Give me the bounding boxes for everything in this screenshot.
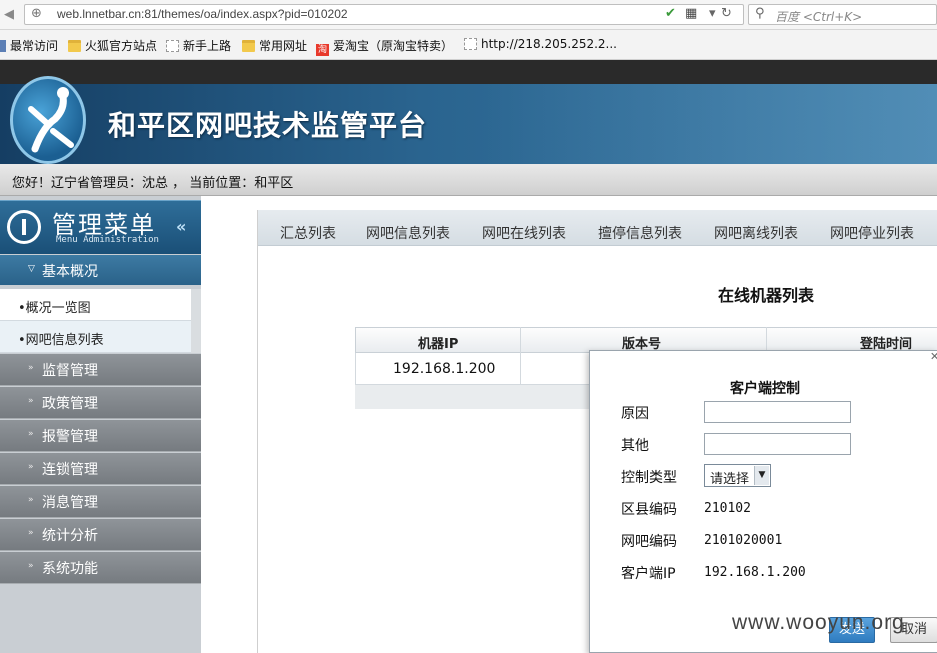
- sidebar-section-label: 基本概况: [42, 264, 98, 280]
- folder-icon: [242, 40, 255, 52]
- sidebar-section-statistics[interactable]: » 统计分析: [0, 519, 201, 551]
- user-location-text: 您好！辽宁省管理员：沈总 ， 当前位置：和平区: [12, 176, 294, 191]
- other-label: 其他: [621, 438, 649, 454]
- banner-glow: [480, 84, 937, 164]
- netbar-code-label: 网吧编码: [621, 534, 677, 550]
- back-icon[interactable]: ◀: [4, 7, 14, 23]
- client-control-dialog: 客户端控制 原因 其他 控制类型 请选择 ▼ 区县编码 210102 网吧编码 …: [589, 350, 937, 653]
- shield-icon[interactable]: ✔: [665, 6, 676, 22]
- bookmark-common-sites[interactable]: 常用网址: [242, 37, 307, 54]
- expand-icon: ▽: [28, 264, 35, 274]
- district-code-label: 区县编码: [621, 502, 677, 518]
- bookmark-taobao[interactable]: 淘爱淘宝（原淘宝特卖）: [316, 37, 453, 56]
- address-text[interactable]: web.lnnetbar.cn:81/themes/oa/index.aspx?…: [57, 7, 348, 21]
- sidebar-section-system[interactable]: » 系统功能: [0, 552, 201, 584]
- bookmarks-bar: 最常访问 火狐官方站点 新手上路 常用网址 淘爱淘宝（原淘宝特卖） http:/…: [0, 30, 937, 60]
- sidebar-section-message[interactable]: » 消息管理: [0, 486, 201, 518]
- gear-icon: [0, 40, 6, 52]
- sidebar-section-supervision[interactable]: » 监督管理: [0, 354, 201, 386]
- close-icon[interactable]: ✕: [930, 350, 937, 363]
- search-icon: ⚲: [755, 6, 765, 21]
- sidebar-item-netbar-list[interactable]: •网吧信息列表: [0, 321, 191, 353]
- bookmark-most-visited[interactable]: 最常访问: [0, 37, 58, 54]
- column-header-ip: 机器IP: [418, 337, 459, 352]
- tab-unauthorized-stop[interactable]: 擅停信息列表: [598, 223, 682, 243]
- collapse-arrow-icon[interactable]: «: [176, 217, 186, 236]
- tab-netbar-info[interactable]: 网吧信息列表: [366, 223, 450, 243]
- watermark: www.wooyun.org: [732, 611, 905, 634]
- client-ip-value: 192.168.1.200: [704, 565, 806, 580]
- browser-toolbar: ◀ ⊕ web.lnnetbar.cn:81/themes/oa/index.a…: [0, 0, 937, 30]
- search-placeholder[interactable]: 百度 <Ctrl+K>: [775, 8, 862, 25]
- dialog-title: 客户端控制: [730, 381, 800, 397]
- tab-bar: 汇总列表 网吧信息列表 网吧在线列表 擅停信息列表 网吧离线列表 网吧停业列表: [258, 210, 937, 246]
- bookmark-ip-link[interactable]: http://218.205.252.2...: [464, 37, 617, 51]
- other-input[interactable]: [704, 433, 851, 455]
- folder-icon: [68, 40, 81, 52]
- control-type-value: 请选择: [710, 472, 750, 487]
- dropdown-icon[interactable]: ▾: [709, 6, 716, 22]
- arrow-icon: »: [28, 429, 34, 439]
- sidebar-section-policy[interactable]: » 政策管理: [0, 387, 201, 419]
- arrow-icon: »: [28, 495, 34, 505]
- arrow-icon: »: [28, 462, 34, 472]
- tab-netbar-online[interactable]: 网吧在线列表: [482, 223, 566, 243]
- sidebar-section-alarm[interactable]: » 报警管理: [0, 420, 201, 452]
- tab-summary[interactable]: 汇总列表: [280, 223, 336, 243]
- list-title: 在线机器列表: [718, 286, 815, 305]
- client-ip-label: 客户端IP: [621, 566, 676, 582]
- sidebar: 管理菜单 Menu Administration « ▽ 基本概况 •概况一览图…: [0, 196, 201, 653]
- netbar-code-value: 2101020001: [704, 533, 783, 548]
- control-type-select[interactable]: 请选择 ▼: [704, 464, 771, 487]
- arrow-icon: »: [28, 396, 34, 406]
- qrcode-icon[interactable]: ▦: [685, 6, 697, 22]
- control-type-label: 控制类型: [621, 470, 677, 486]
- arrow-icon: »: [28, 528, 34, 538]
- district-code-value: 210102: [704, 501, 751, 516]
- menu-header: 管理菜单 Menu Administration «: [0, 200, 201, 254]
- site-banner: 和平区网吧技术监管平台: [0, 76, 937, 164]
- chevron-down-icon[interactable]: ▼: [754, 466, 769, 485]
- column-divider: [520, 353, 521, 385]
- user-info-bar: 您好！辽宁省管理员：沈总 ， 当前位置：和平区: [0, 164, 937, 196]
- page-top-strip: [0, 60, 937, 84]
- reason-label: 原因: [621, 406, 649, 422]
- arrow-icon: »: [28, 363, 34, 373]
- cell-ip: 192.168.1.200: [393, 361, 496, 377]
- power-icon: [7, 210, 41, 244]
- reason-input[interactable]: [704, 401, 851, 423]
- sidebar-section-basic[interactable]: ▽ 基本概况: [0, 255, 201, 285]
- sidebar-scrollbar[interactable]: [191, 289, 201, 353]
- column-divider: [520, 327, 521, 353]
- site-logo: [10, 76, 86, 164]
- tab-netbar-offline[interactable]: 网吧离线列表: [714, 223, 798, 243]
- reload-icon[interactable]: ↻: [721, 6, 732, 22]
- address-bar[interactable]: ⊕ web.lnnetbar.cn:81/themes/oa/index.asp…: [24, 4, 744, 25]
- bookmark-firefox-site[interactable]: 火狐官方站点: [68, 37, 157, 54]
- figure-logo-icon: [28, 87, 74, 153]
- sidebar-section-chain[interactable]: » 连锁管理: [0, 453, 201, 485]
- bookmark-getting-started[interactable]: 新手上路: [166, 37, 231, 54]
- page-icon: [166, 40, 179, 52]
- search-box[interactable]: ⚲ 百度 <Ctrl+K>: [748, 4, 937, 25]
- menu-subtitle: Menu Administration: [56, 235, 159, 245]
- globe-icon: ⊕: [31, 6, 42, 21]
- site-title: 和平区网吧技术监管平台: [108, 109, 428, 142]
- taobao-icon: 淘: [316, 44, 329, 56]
- tab-netbar-closed[interactable]: 网吧停业列表: [830, 223, 914, 243]
- arrow-icon: »: [28, 561, 34, 571]
- page-icon: [464, 38, 477, 50]
- sidebar-item-overview[interactable]: •概况一览图: [0, 289, 191, 321]
